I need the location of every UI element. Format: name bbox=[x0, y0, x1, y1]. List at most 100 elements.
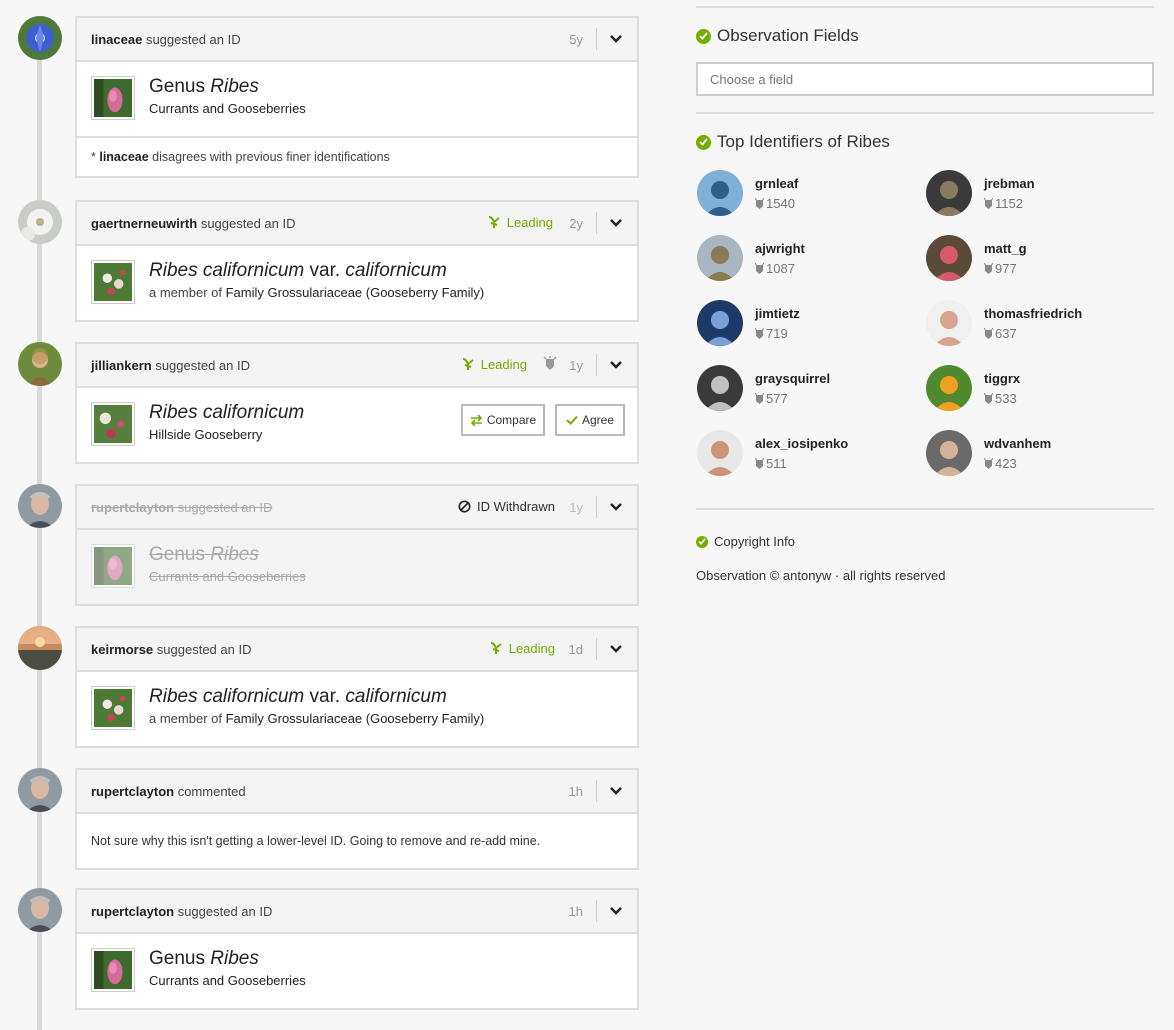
common-name: Currants and Gooseberries bbox=[149, 569, 306, 584]
common-name: Currants and Gooseberries bbox=[149, 101, 306, 116]
avatar[interactable] bbox=[926, 235, 972, 281]
chevron-down-icon[interactable] bbox=[609, 642, 623, 656]
avatar[interactable] bbox=[926, 300, 972, 346]
identifier-username[interactable]: alex_iosipenko bbox=[755, 436, 848, 451]
taxon-name[interactable]: Ribes californicum bbox=[149, 402, 304, 424]
taxon-name[interactable]: Ribes californicum var. californicum bbox=[149, 686, 484, 708]
identifier-username[interactable]: wdvanhem bbox=[984, 436, 1051, 451]
avatar[interactable] bbox=[18, 626, 62, 670]
identifier-username[interactable]: jimtietz bbox=[755, 306, 800, 321]
identification-count: 577 bbox=[755, 391, 788, 406]
taxon-name[interactable]: Genus Ribes bbox=[149, 544, 306, 566]
avatar[interactable] bbox=[697, 170, 743, 216]
identifier-username[interactable]: ajwright bbox=[755, 241, 805, 256]
swap-icon bbox=[470, 414, 482, 426]
username-link[interactable]: jilliankern bbox=[91, 358, 152, 373]
agree-button[interactable]: Agree bbox=[555, 404, 625, 436]
check-icon bbox=[566, 415, 578, 425]
chevron-down-icon[interactable] bbox=[609, 784, 623, 798]
avatar[interactable] bbox=[18, 16, 62, 60]
identification-count: 1540 bbox=[755, 196, 795, 211]
copyright-text: Observation © antonyw · all rights reser… bbox=[696, 568, 946, 583]
identification-card: rupertclayton suggested an ID 1h Genus R… bbox=[75, 888, 639, 1010]
avatar[interactable] bbox=[18, 768, 62, 812]
compare-button[interactable]: Compare bbox=[461, 404, 545, 436]
username-link[interactable]: gaertnerneuwirth bbox=[91, 216, 197, 231]
top-identifier-ajwright[interactable]: ajwright 1087 bbox=[697, 235, 917, 283]
taxon-photo[interactable] bbox=[91, 402, 135, 446]
identification-badge-icon bbox=[984, 392, 993, 404]
avatar[interactable] bbox=[697, 365, 743, 411]
identification-badge-icon bbox=[984, 457, 993, 469]
top-identifier-matt_g[interactable]: matt_g 977 bbox=[926, 235, 1146, 283]
avatar[interactable] bbox=[18, 484, 62, 528]
identifier-username[interactable]: graysquirrel bbox=[755, 371, 830, 386]
taxon-name[interactable]: Genus Ribes bbox=[149, 76, 306, 98]
top-identifier-graysquirrel[interactable]: graysquirrel 577 bbox=[697, 365, 917, 413]
taxon-photo[interactable] bbox=[91, 948, 135, 992]
card-header: gaertnerneuwirth suggested an ID Leading… bbox=[77, 202, 637, 246]
username-link[interactable]: rupertclayton bbox=[91, 904, 174, 919]
avatar[interactable] bbox=[926, 430, 972, 476]
top-identifier-grnleaf[interactable]: grnleaf 1540 bbox=[697, 170, 917, 218]
chevron-down-icon[interactable] bbox=[609, 500, 623, 514]
observation-fields-header[interactable]: Observation Fields bbox=[696, 26, 859, 46]
identifier-username[interactable]: tiggrx bbox=[984, 371, 1020, 386]
taxon-name[interactable]: Genus Ribes bbox=[149, 948, 306, 970]
identification-card: jilliankern suggested an ID Leading 1y R… bbox=[75, 342, 639, 464]
taxon-photo[interactable] bbox=[91, 544, 135, 588]
avatar[interactable] bbox=[697, 235, 743, 281]
top-identifier-jrebman[interactable]: jrebman 1152 bbox=[926, 170, 1146, 218]
avatar[interactable] bbox=[18, 888, 62, 932]
parent-taxon-link[interactable]: Family Grossulariaceae (Gooseberry Famil… bbox=[226, 711, 485, 726]
taxon-name[interactable]: Ribes californicum var. californicum bbox=[149, 260, 484, 282]
username-link[interactable]: keirmorse bbox=[91, 642, 153, 657]
check-circle-icon bbox=[696, 134, 711, 150]
taxon-photo[interactable] bbox=[91, 260, 135, 304]
divider bbox=[696, 508, 1154, 510]
username-link[interactable]: rupertclayton bbox=[91, 500, 174, 515]
parent-taxon-link[interactable]: Family Grossulariaceae (Gooseberry Famil… bbox=[226, 285, 485, 300]
identification-card: keirmorse suggested an ID Leading 1d Rib… bbox=[75, 626, 639, 748]
taxon-block: Genus Ribes Currants and Gooseberries bbox=[77, 530, 637, 604]
avatar[interactable] bbox=[697, 430, 743, 476]
taxon-block: Genus Ribes Currants and Gooseberries bbox=[77, 62, 637, 136]
identifier-username[interactable]: thomasfriedrich bbox=[984, 306, 1082, 321]
username-link[interactable]: linaceae bbox=[91, 32, 142, 47]
check-circle-icon bbox=[696, 535, 708, 548]
avatar[interactable] bbox=[926, 170, 972, 216]
identifier-badge-icon bbox=[543, 356, 557, 370]
identifier-username[interactable]: grnleaf bbox=[755, 176, 798, 191]
chevron-down-icon[interactable] bbox=[609, 216, 623, 230]
top-identifier-wdvanhem[interactable]: wdvanhem 423 bbox=[926, 430, 1146, 478]
leading-badge: Leading bbox=[486, 214, 553, 230]
identification-count: 1152 bbox=[984, 196, 1023, 211]
identifier-username[interactable]: jrebman bbox=[984, 176, 1035, 191]
card-header: linaceae suggested an ID 5y bbox=[77, 18, 637, 62]
taxon-photo[interactable] bbox=[91, 686, 135, 730]
username-link[interactable]: linaceae bbox=[99, 150, 148, 164]
avatar[interactable] bbox=[926, 365, 972, 411]
divider bbox=[596, 354, 597, 376]
top-identifiers-header[interactable]: Top Identifiers of Ribes bbox=[696, 132, 890, 152]
top-identifier-tiggrx[interactable]: tiggrx 533 bbox=[926, 365, 1146, 413]
identification-badge-icon bbox=[755, 262, 764, 274]
copyright-info-header[interactable]: Copyright Info bbox=[696, 534, 795, 549]
avatar[interactable] bbox=[697, 300, 743, 346]
choose-field-input[interactable] bbox=[696, 62, 1154, 96]
chevron-down-icon[interactable] bbox=[609, 32, 623, 46]
timestamp: 5y bbox=[569, 32, 583, 47]
taxon-photo[interactable] bbox=[91, 76, 135, 120]
chevron-down-icon[interactable] bbox=[609, 358, 623, 372]
top-identifier-alex_iosipenko[interactable]: alex_iosipenko 511 bbox=[697, 430, 917, 478]
taxon-block: Genus Ribes Currants and Gooseberries bbox=[77, 934, 637, 1008]
identification-count: 533 bbox=[984, 391, 1017, 406]
avatar[interactable] bbox=[18, 342, 62, 386]
top-identifier-thomasfriedrich[interactable]: thomasfriedrich 637 bbox=[926, 300, 1146, 348]
divider bbox=[696, 112, 1154, 114]
chevron-down-icon[interactable] bbox=[609, 904, 623, 918]
avatar[interactable] bbox=[18, 200, 62, 244]
username-link[interactable]: rupertclayton bbox=[91, 784, 174, 799]
top-identifier-jimtietz[interactable]: jimtietz 719 bbox=[697, 300, 917, 348]
identifier-username[interactable]: matt_g bbox=[984, 241, 1027, 256]
